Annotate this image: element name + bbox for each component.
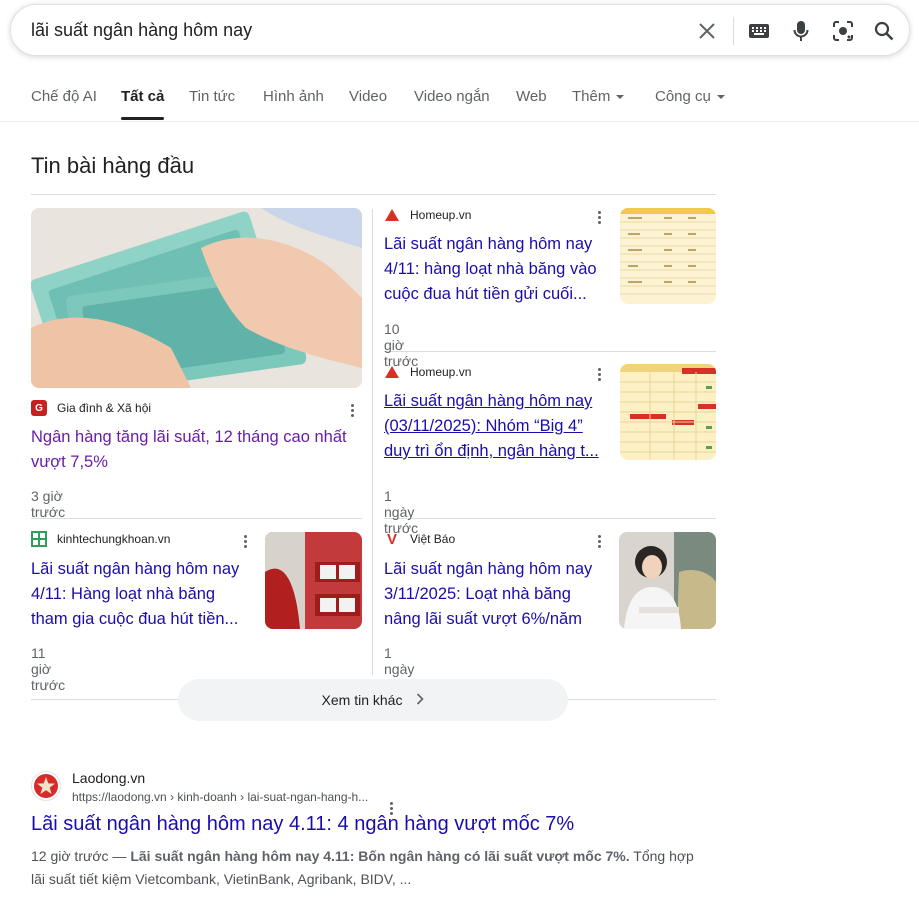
row-divider <box>31 518 362 519</box>
news-source: Homeup.vn <box>384 364 471 380</box>
tab-news[interactable]: Tin tức <box>189 88 235 105</box>
more-vert-icon[interactable] <box>239 532 251 550</box>
tab-tools[interactable]: Công cụ <box>655 88 725 105</box>
tab-videos[interactable]: Video <box>349 88 387 105</box>
tabs-divider <box>0 121 919 122</box>
news-headline[interactable]: Ngân hàng tăng lãi suất, 12 tháng cao nh… <box>31 425 362 475</box>
chevron-down-icon <box>716 95 725 100</box>
source-name: Homeup.vn <box>410 365 472 379</box>
news-thumbnail[interactable] <box>265 532 362 629</box>
tab-more-label: Thêm <box>572 88 611 105</box>
tab-ai-mode[interactable]: Chế độ AI <box>31 88 97 105</box>
search-divider <box>733 17 734 45</box>
row-divider <box>384 518 716 519</box>
more-vert-icon[interactable] <box>593 532 605 550</box>
tab-all[interactable]: Tất cả <box>121 88 164 105</box>
news-source: Homeup.vn <box>384 207 471 223</box>
row-divider <box>384 351 716 352</box>
tab-web[interactable]: Web <box>516 88 547 105</box>
top-stories-title: Tin bài hàng đầu <box>31 153 195 178</box>
homeup-favicon <box>384 207 400 223</box>
chevron-right-icon <box>416 692 425 708</box>
result-title[interactable]: Lãi suất ngân hàng hôm nay 4.11: 4 ngân … <box>31 813 574 836</box>
result-site-name[interactable]: Laodong.vn <box>72 770 145 786</box>
more-vert-icon[interactable] <box>593 365 605 383</box>
keyboard-icon[interactable] <box>747 19 771 43</box>
source-name: Gia đình & Xã hội <box>57 401 152 415</box>
tab-tools-label: Công cụ <box>655 88 711 105</box>
news-headline[interactable]: Lãi suất ngân hàng hôm nay 3/11/2025: Lo… <box>384 557 609 632</box>
news-headline[interactable]: Lãi suất ngân hàng hôm nay (03/11/2025):… <box>384 389 609 464</box>
news-source: G Gia đình & Xã hội <box>31 400 151 416</box>
news-time: 1 ngày trước <box>384 488 419 536</box>
column-divider <box>372 209 373 675</box>
search-bar[interactable]: lãi suất ngân hàng hôm nay <box>10 4 910 56</box>
gdxh-favicon: G <box>31 400 47 416</box>
news-thumbnail[interactable] <box>619 532 716 629</box>
mic-icon[interactable] <box>789 19 813 43</box>
more-news-button[interactable]: Xem tin khác <box>178 679 568 721</box>
more-news-label: Xem tin khác <box>321 692 403 708</box>
lens-icon[interactable] <box>831 19 855 43</box>
result-snippet: 12 giờ trước — Lãi suất ngân hàng hôm na… <box>31 845 711 891</box>
source-name: kinhtechungkhoan.vn <box>57 532 171 546</box>
vietbao-favicon: V <box>386 530 397 548</box>
search-input[interactable]: lãi suất ngân hàng hôm nay <box>31 20 252 41</box>
news-headline[interactable]: Lãi suất ngân hàng hôm nay 4/11: Hàng lo… <box>31 557 253 632</box>
news-source: kinhtechungkhoan.vn <box>31 531 170 547</box>
result-url-text: https://laodong.vn › kinh-doanh › lai-su… <box>72 790 369 804</box>
kinhtechungkhoan-favicon <box>31 531 47 547</box>
snippet-bold: Lãi suất ngân hàng hôm nay 4.11: Bốn ngâ… <box>130 848 630 864</box>
news-time: 3 giờ trước <box>31 488 66 520</box>
search-icon[interactable] <box>872 19 896 43</box>
tab-short-videos[interactable]: Video ngắn <box>414 88 490 105</box>
news-headline[interactable]: Lãi suất ngân hàng hôm nay 4/11: hàng lo… <box>384 232 609 307</box>
active-tab-indicator <box>121 117 164 120</box>
section-divider <box>31 194 716 195</box>
news-source: V Việt Báo <box>384 530 456 548</box>
result-url[interactable]: https://laodong.vn › kinh-doanh › lai-su… <box>72 790 394 815</box>
tab-more[interactable]: Thêm <box>572 88 625 105</box>
news-thumbnail[interactable] <box>620 208 716 304</box>
news-thumbnail[interactable] <box>620 364 716 460</box>
news-time: 11 giờ trước <box>31 645 66 693</box>
snippet-time: 12 giờ trước — <box>31 848 127 864</box>
news-time: 10 giờ trước <box>384 321 419 369</box>
clear-icon[interactable] <box>695 19 719 43</box>
chevron-down-icon <box>616 95 625 100</box>
tab-images[interactable]: Hình ảnh <box>263 88 324 105</box>
news-thumbnail[interactable]: 500000 <box>31 208 362 388</box>
more-vert-icon[interactable] <box>346 401 358 419</box>
source-name: Homeup.vn <box>410 208 472 222</box>
homeup-favicon <box>384 364 400 380</box>
source-name: Việt Báo <box>410 532 456 546</box>
laodong-star-icon[interactable] <box>31 771 61 801</box>
more-vert-icon[interactable] <box>593 208 605 226</box>
